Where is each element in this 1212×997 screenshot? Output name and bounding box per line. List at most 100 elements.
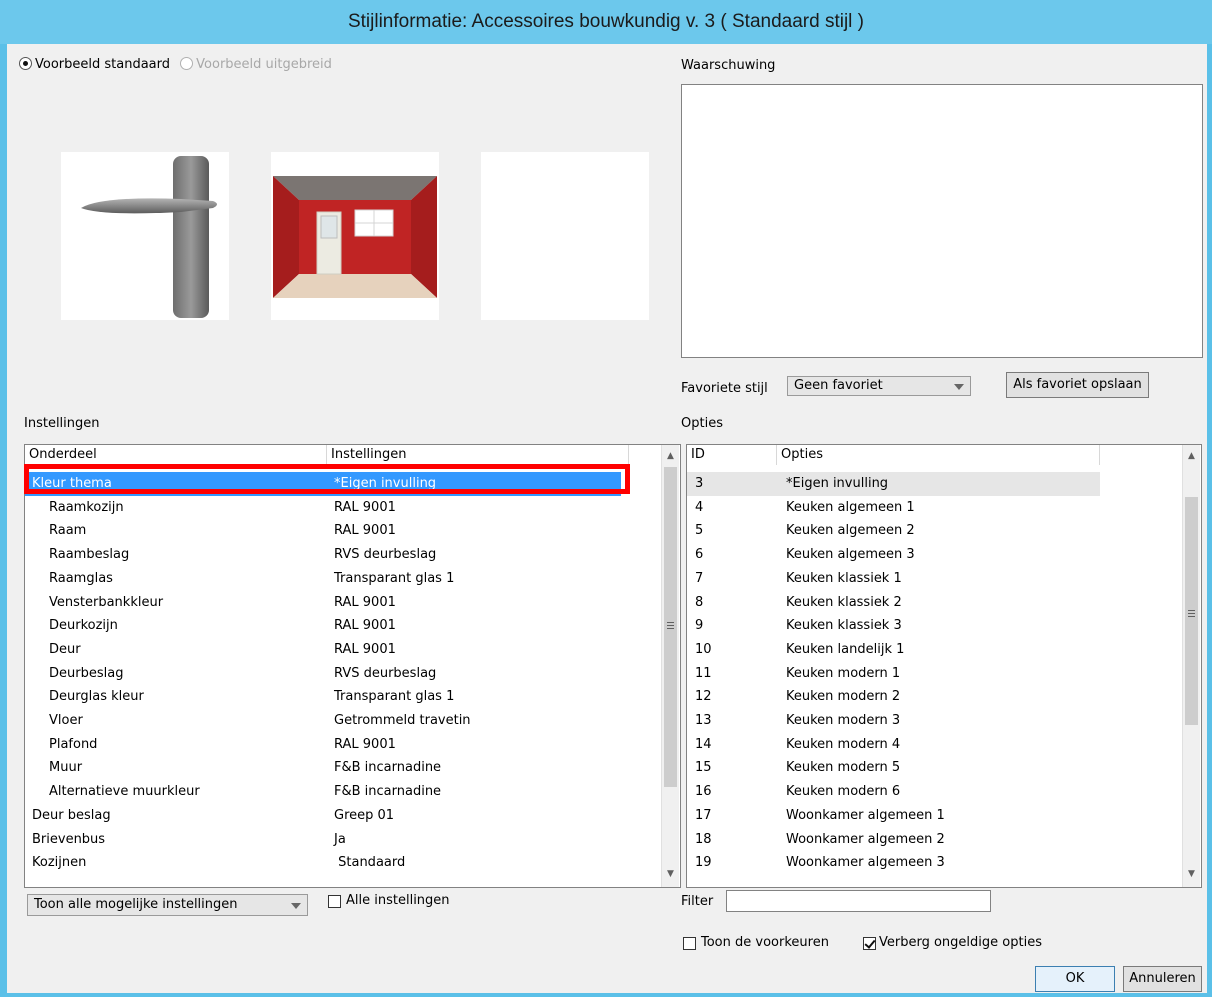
options-row-id: 11	[695, 665, 712, 681]
options-row[interactable]: 10 Keuken landelijk 1	[687, 638, 1183, 662]
settings-row[interactable]: Muur F&B incarnadine	[25, 756, 662, 780]
settings-row[interactable]: Deur beslag Greep 01	[25, 804, 662, 828]
dialog-body: Voorbeeld standaard Voorbeeld uitgebreid	[7, 44, 1207, 993]
settings-row-part: Plafond	[49, 736, 98, 752]
options-row[interactable]: 18 Woonkamer algemeen 2	[687, 828, 1183, 852]
options-row-name: Woonkamer algemeen 2	[786, 831, 945, 847]
options-row[interactable]: 17 Woonkamer algemeen 1	[687, 804, 1183, 828]
settings-row[interactable]: Plafond RAL 9001	[25, 733, 662, 757]
settings-row[interactable]: Vensterbankkleur RAL 9001	[25, 591, 662, 615]
settings-row-value: RAL 9001	[334, 499, 396, 515]
scroll-up-icon[interactable]: ▲	[662, 447, 679, 464]
options-row-name: Keuken landelijk 1	[786, 641, 905, 657]
settings-row-value: Standaard	[334, 855, 406, 871]
settings-scroll-thumb[interactable]	[664, 467, 677, 787]
title-bar[interactable]: Stijlinformatie: Accessoires bouwkundig …	[0, 0, 1212, 44]
options-scrollbar[interactable]: ▲ ▼	[1182, 445, 1200, 887]
options-row[interactable]: 9 Keuken klassiek 3	[687, 614, 1183, 638]
radio-preview-standard-label: Voorbeeld standaard	[35, 57, 171, 72]
settings-col-part-header[interactable]: Onderdeel	[25, 445, 327, 465]
settings-row-value: RVS deurbeslag	[334, 665, 437, 681]
radio-preview-extended-label: Voorbeeld uitgebreid	[196, 57, 332, 72]
settings-row-part: Raambeslag	[49, 547, 130, 563]
settings-row[interactable]: Alternatieve muurkleur F&B incarnadine	[25, 780, 662, 804]
options-row-id: 17	[695, 807, 712, 823]
options-row[interactable]: 16 Keuken modern 6	[687, 780, 1183, 804]
radio-preview-standard[interactable]: Voorbeeld standaard	[19, 57, 170, 72]
options-row[interactable]: 14 Keuken modern 4	[687, 733, 1183, 757]
scroll-up-icon[interactable]: ▲	[1183, 447, 1200, 464]
settings-row-value: Transparant glas 1	[334, 570, 455, 586]
settings-row-part: Deurglas kleur	[49, 689, 144, 705]
options-row[interactable]: 3 *Eigen invulling	[687, 472, 1100, 496]
options-col-option-header[interactable]: Opties	[777, 445, 1100, 465]
save-favorite-button[interactable]: Als favoriet opslaan	[1006, 372, 1149, 398]
settings-row-part: Raamglas	[49, 570, 113, 586]
settings-col-setting-header[interactable]: Instellingen	[327, 445, 629, 465]
settings-row-value: F&B incarnadine	[334, 784, 442, 800]
hide-invalid-options-label: Verberg ongeldige opties	[879, 935, 1042, 950]
options-row[interactable]: 12 Keuken modern 2	[687, 685, 1183, 709]
settings-row-value: RAL 9001	[334, 641, 396, 657]
options-row[interactable]: 8 Keuken klassiek 2	[687, 591, 1183, 615]
settings-scrollbar[interactable]: ▲ ▼	[661, 445, 679, 887]
favorite-dropdown[interactable]: Geen favoriet	[787, 376, 971, 396]
options-row-id: 4	[695, 499, 704, 515]
scroll-down-icon[interactable]: ▼	[662, 865, 679, 882]
options-row[interactable]: 15 Keuken modern 5	[687, 756, 1183, 780]
show-preferences-checkbox[interactable]	[683, 937, 696, 950]
options-row-id: 12	[695, 689, 712, 705]
options-row-name: Keuken modern 1	[786, 665, 901, 681]
ok-button[interactable]: OK	[1035, 966, 1115, 992]
options-row[interactable]: 5 Keuken algemeen 2	[687, 519, 1183, 543]
options-row[interactable]: 19 Woonkamer algemeen 3	[687, 851, 1183, 875]
settings-row[interactable]: Deur RAL 9001	[25, 638, 662, 662]
scroll-down-icon[interactable]: ▼	[1183, 865, 1200, 882]
options-row[interactable]: 4 Keuken algemeen 1	[687, 496, 1183, 520]
settings-row-part: Vensterbankkleur	[49, 594, 164, 610]
settings-row[interactable]: Vloer Getrommeld travetin	[25, 709, 662, 733]
options-row[interactable]: 6 Keuken algemeen 3	[687, 543, 1183, 567]
settings-row[interactable]: Deurbeslag RVS deurbeslag	[25, 662, 662, 686]
options-row-name: Keuken modern 3	[786, 713, 901, 728]
settings-row-part: Raamkozijn	[49, 499, 124, 515]
preview-mode-group: Voorbeeld standaard Voorbeeld uitgebreid	[19, 57, 332, 72]
options-row-id: 18	[695, 831, 712, 847]
options-row[interactable]: 7 Keuken klassiek 1	[687, 567, 1183, 591]
settings-row[interactable]: Raamglas Transparant glas 1	[25, 567, 662, 591]
warning-textbox[interactable]	[681, 84, 1203, 358]
settings-row-value: F&B incarnadine	[334, 760, 442, 776]
options-row-name: Keuken algemeen 2	[786, 523, 915, 539]
options-list[interactable]: ID Opties 3 *Eigen invulling 4 Keuken algem…	[686, 444, 1202, 888]
options-rows: 3 *Eigen invulling 4 Keuken algemeen 1 5 Keuk…	[687, 472, 1183, 887]
filter-input[interactable]	[726, 890, 991, 912]
options-row[interactable]: 13 Keuken modern 3	[687, 709, 1183, 733]
settings-row[interactable]: Raam RAL 9001	[25, 519, 662, 543]
settings-row[interactable]: Deurglas kleur Transparant glas 1	[25, 685, 662, 709]
options-row-name: Woonkamer algemeen 3	[786, 855, 945, 871]
options-row-id: 14	[695, 736, 712, 752]
all-settings-checkbox[interactable]	[328, 895, 341, 908]
settings-row-value: RAL 9001	[334, 618, 396, 634]
settings-row-part: Vloer	[49, 713, 83, 728]
settings-rows: Kleur thema *Eigen invulling Raamkozijn RAL…	[25, 472, 662, 887]
show-settings-dropdown[interactable]: Toon alle mogelijke instellingen	[27, 894, 308, 916]
options-row[interactable]: 11 Keuken modern 1	[687, 662, 1183, 686]
cancel-button[interactable]: Annuleren	[1123, 966, 1202, 992]
options-col-id-header[interactable]: ID	[687, 445, 777, 465]
settings-row[interactable]: Deurkozijn RAL 9001	[25, 614, 662, 638]
options-row-name: Keuken modern 6	[786, 784, 901, 800]
settings-row[interactable]: Raamkozijn RAL 9001	[25, 496, 662, 520]
settings-label: Instellingen	[24, 416, 100, 431]
settings-row[interactable]: Kozijnen Standaard	[25, 851, 662, 875]
settings-list[interactable]: Onderdeel Instellingen Kleur thema *Eigen…	[24, 444, 681, 888]
options-row-name: Keuken klassiek 2	[786, 594, 902, 610]
hide-invalid-options-checkbox[interactable]	[863, 937, 876, 950]
room-preview-image	[271, 152, 439, 320]
chevron-down-icon	[954, 384, 964, 390]
settings-row-value: RAL 9001	[334, 736, 396, 752]
settings-row[interactable]: Brievenbus Ja	[25, 828, 662, 852]
settings-row[interactable]: Raambeslag RVS deurbeslag	[25, 543, 662, 567]
options-scroll-thumb[interactable]	[1185, 497, 1198, 725]
options-row-id: 19	[695, 855, 712, 871]
